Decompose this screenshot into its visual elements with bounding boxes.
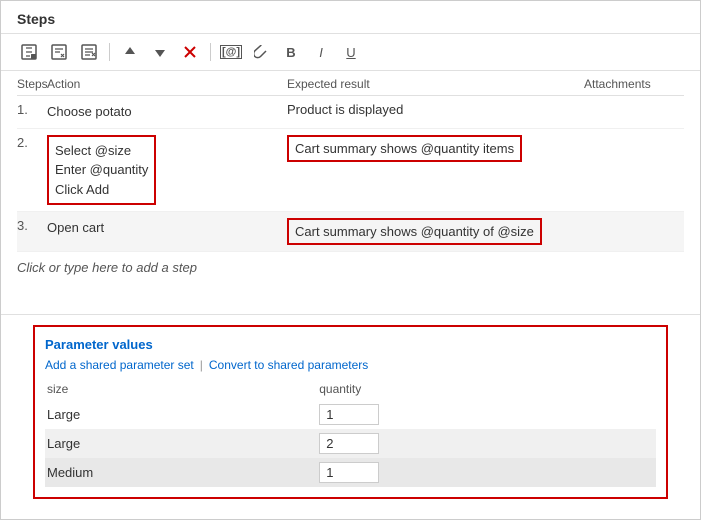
param-table-body: Large 1 Large 2 Medium 1 (45, 400, 656, 487)
add-step-hint[interactable]: Click or type here to add a step (17, 252, 684, 283)
bold-icon: B (286, 45, 295, 60)
parameter-table: size quantity Large 1 Large 2 (45, 380, 656, 487)
col-attachments: Attachments (584, 77, 684, 91)
list-item: Large 1 (45, 400, 656, 429)
param-col-quantity: quantity (317, 380, 656, 400)
toolbar: [@] B I U (1, 34, 700, 71)
parameter-button[interactable]: [@] (219, 40, 243, 64)
param-size-3[interactable]: Medium (45, 458, 317, 487)
step-number-3: 3. (17, 218, 47, 233)
steps-table-area: Steps Action Expected result Attachments… (1, 71, 700, 314)
main-container: Steps [@] B I (0, 0, 701, 520)
attachment-button[interactable] (249, 40, 273, 64)
step-action-2[interactable]: Select @size Enter @quantity Click Add (47, 135, 287, 206)
underline-icon: U (346, 45, 355, 60)
underline-button[interactable]: U (339, 40, 363, 64)
delete-button[interactable] (178, 40, 202, 64)
param-qty-value-1[interactable]: 1 (319, 404, 379, 425)
step-action-2-redbox[interactable]: Select @size Enter @quantity Click Add (47, 135, 156, 206)
column-headers: Steps Action Expected result Attachments (17, 71, 684, 96)
col-steps: Steps (17, 77, 47, 91)
link-separator: | (200, 358, 203, 372)
step-expected-1[interactable]: Product is displayed (287, 102, 584, 117)
parameter-links: Add a shared parameter set | Convert to … (45, 358, 656, 372)
section-title: Steps (1, 1, 700, 34)
param-qty-1[interactable]: 1 (317, 400, 656, 429)
italic-icon: I (319, 45, 323, 60)
bold-button[interactable]: B (279, 40, 303, 64)
divider-1 (109, 43, 110, 61)
list-item: Large 2 (45, 429, 656, 458)
add-shared-param-link[interactable]: Add a shared parameter set (45, 358, 194, 372)
step-number-2: 2. (17, 135, 47, 150)
italic-button[interactable]: I (309, 40, 333, 64)
param-size-1[interactable]: Large (45, 400, 317, 429)
param-qty-value-3[interactable]: 1 (319, 462, 379, 483)
param-qty-3[interactable]: 1 (317, 458, 656, 487)
step-expected-2-redbox[interactable]: Cart summary shows @quantity items (287, 135, 522, 162)
param-size-2[interactable]: Large (45, 429, 317, 458)
add-step-button[interactable] (17, 40, 41, 64)
divider-2 (210, 43, 211, 61)
move-up-button[interactable] (118, 40, 142, 64)
insert-step-button[interactable] (47, 40, 71, 64)
move-down-button[interactable] (148, 40, 172, 64)
col-expected: Expected result (287, 77, 584, 91)
convert-to-shared-link[interactable]: Convert to shared parameters (209, 358, 368, 372)
param-col-size: size (45, 380, 317, 400)
parameter-values-title: Parameter values (45, 337, 656, 352)
param-qty-value-2[interactable]: 2 (319, 433, 379, 454)
step-expected-2[interactable]: Cart summary shows @quantity items (287, 135, 584, 162)
step-expected-3-redbox[interactable]: Cart summary shows @quantity of @size (287, 218, 542, 245)
col-action: Action (47, 77, 287, 91)
delete-step-button[interactable] (77, 40, 101, 64)
step-expected-3[interactable]: Cart summary shows @quantity of @size (287, 218, 584, 245)
step-action-1[interactable]: Choose potato (47, 102, 287, 122)
step-action-3[interactable]: Open cart (47, 218, 287, 238)
param-qty-2[interactable]: 2 (317, 429, 656, 458)
list-item: Medium 1 (45, 458, 656, 487)
step-number-1: 1. (17, 102, 47, 117)
parameter-values-section: Parameter values Add a shared parameter … (1, 315, 700, 519)
param-table-header-row: size quantity (45, 380, 656, 400)
table-row: 1. Choose potato Product is displayed (17, 96, 684, 129)
parameter-values-box: Parameter values Add a shared parameter … (33, 325, 668, 499)
table-row: 2. Select @size Enter @quantity Click Ad… (17, 129, 684, 213)
table-row: 3. Open cart Cart summary shows @quantit… (17, 212, 684, 252)
